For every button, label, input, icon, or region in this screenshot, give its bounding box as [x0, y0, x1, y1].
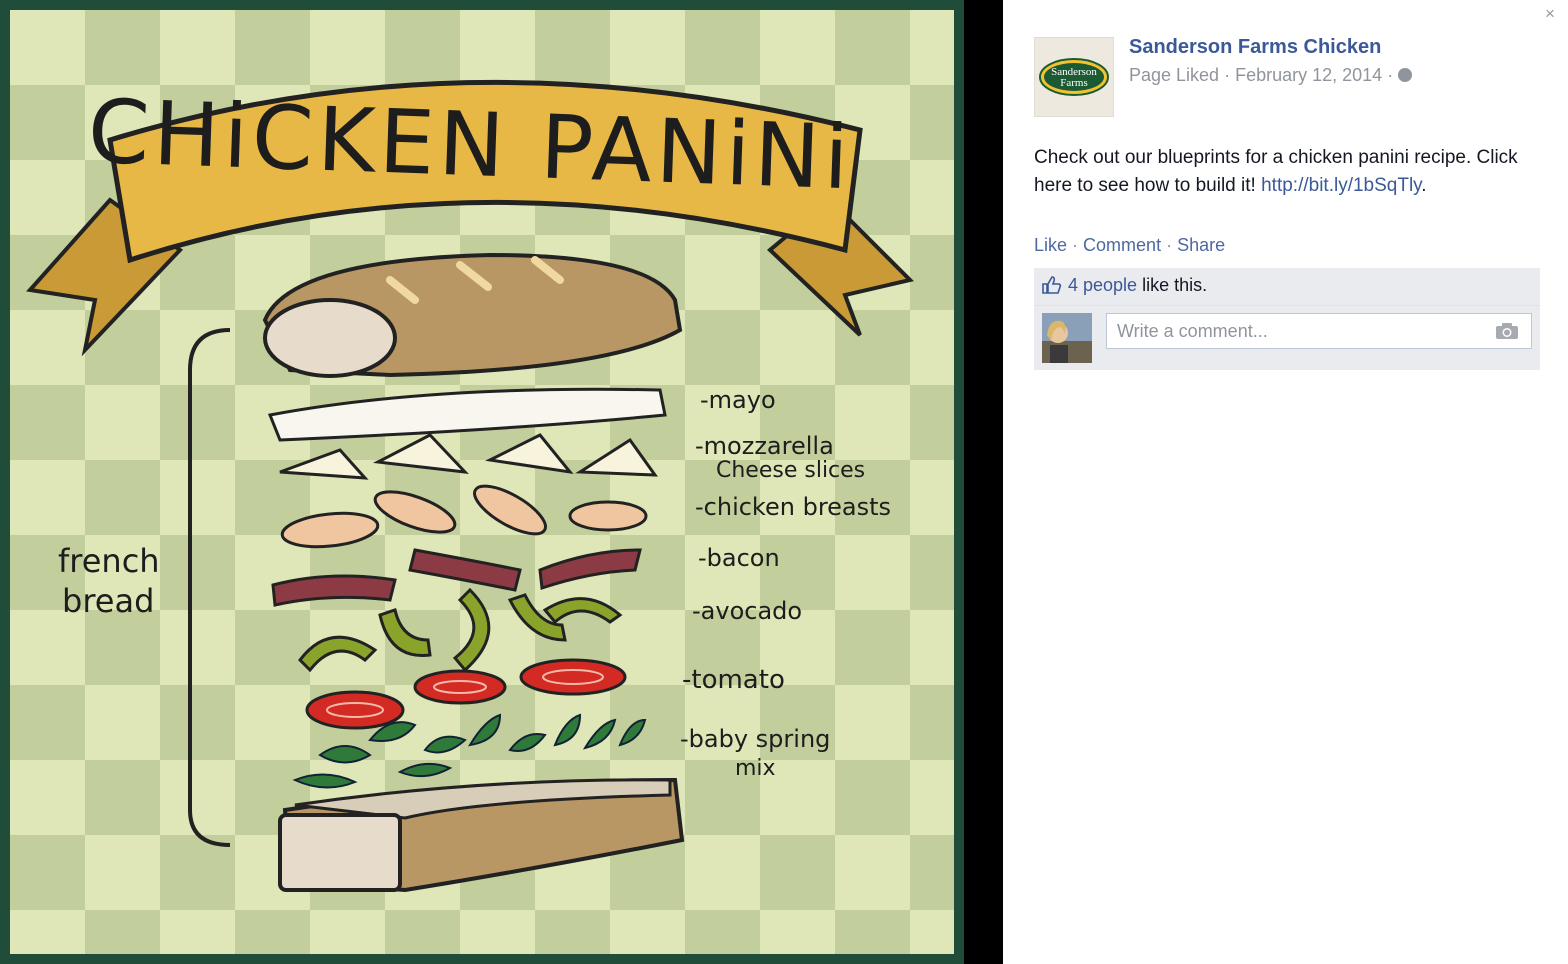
ufi-divider [1034, 305, 1540, 306]
thumbs-up-icon [1042, 276, 1062, 294]
share-link[interactable]: Share [1177, 235, 1225, 255]
page-name-link[interactable]: Sanderson Farms Chicken [1129, 36, 1381, 59]
comment-box [1106, 313, 1532, 349]
photo-frame: CHiCKEN PANiNi french bread -mayo -mozza… [0, 0, 964, 964]
globe-icon[interactable] [1398, 68, 1413, 82]
post-text: Check out our blueprints for a chicken p… [1034, 147, 1518, 196]
post-sidebar: × Sanderson Farms Sanderson Farms Chicke… [1003, 0, 1568, 964]
sanderson-logo-icon: Sanderson Farms [1039, 58, 1109, 96]
like-link[interactable]: Like [1034, 235, 1067, 255]
post-date[interactable]: February 12, 2014 [1235, 65, 1382, 85]
label-baby-spring: -baby spring [680, 725, 830, 753]
label-cheese-slices: Cheese slices [716, 458, 865, 483]
chicken-panini-image[interactable]: CHiCKEN PANiNi french bread -mayo -mozza… [10, 10, 954, 954]
comment-input[interactable] [1115, 314, 1489, 348]
svg-text:Farms: Farms [1060, 77, 1088, 89]
close-icon[interactable]: × [1542, 5, 1558, 22]
post-meta: Page Liked · February 12, 2014 · [1129, 65, 1413, 86]
post-link[interactable]: http://bit.ly/1bSqTly [1261, 175, 1421, 196]
label-mozzarella: -mozzarella [695, 432, 834, 460]
label-mix: mix [735, 756, 776, 781]
label-french: french [58, 542, 160, 580]
page-avatar[interactable]: Sanderson Farms [1034, 37, 1114, 117]
photo-stage: CHiCKEN PANiNi french bread -mayo -mozza… [0, 0, 1003, 964]
label-bacon: -bacon [698, 544, 780, 572]
comment-link[interactable]: Comment [1083, 235, 1161, 255]
likes-count-link[interactable]: 4 people [1068, 275, 1137, 295]
label-mayo: -mayo [700, 386, 776, 414]
label-tomato: -tomato [682, 665, 785, 695]
ufi-panel: 4 people like this. [1034, 268, 1540, 370]
likes-summary: 4 people like this. [1042, 275, 1207, 296]
post-actions: Like · Comment · Share [1034, 235, 1226, 255]
label-avocado: -avocado [692, 597, 802, 625]
user-avatar[interactable] [1042, 313, 1092, 363]
camera-icon[interactable] [1495, 322, 1519, 340]
label-chicken: -chicken breasts [695, 493, 891, 521]
label-bread: bread [62, 582, 154, 620]
status-text: Page Liked [1129, 65, 1220, 85]
